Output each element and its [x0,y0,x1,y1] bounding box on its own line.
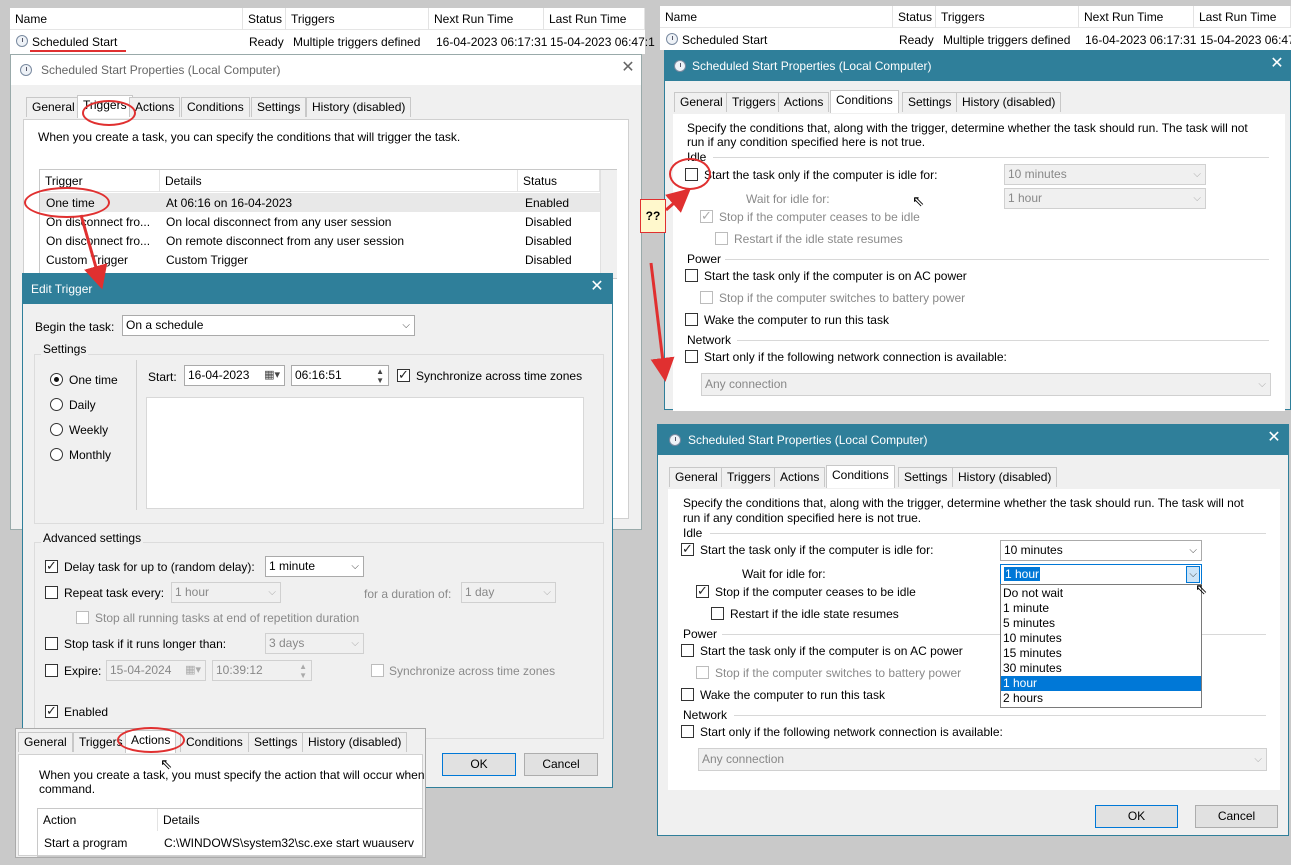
annotation-arrows [79,188,692,382]
arrow-conditions [649,262,675,382]
arrow-trigger-to-edit [79,214,108,290]
arrow-question [665,188,692,213]
